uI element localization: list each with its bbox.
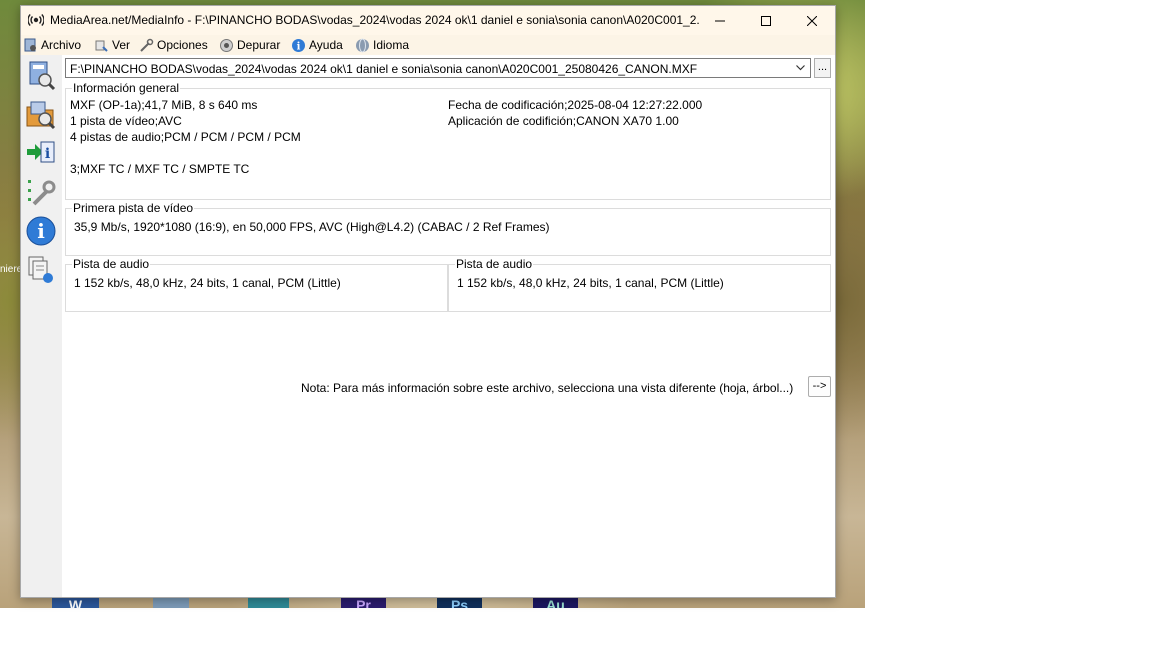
general-line: 1 pista de vídeo;AVC bbox=[70, 114, 182, 128]
menu-opciones[interactable]: Opciones bbox=[139, 37, 208, 53]
title-bar[interactable]: MediaArea.net/MediaInfo - F:\PINANCHO BO… bbox=[21, 6, 835, 35]
general-line: 3;MXF TC / MXF TC / SMPTE TC bbox=[70, 162, 250, 176]
about-button[interactable]: i bbox=[24, 214, 58, 248]
general-line: MXF (OP-1a);41,7 MiB, 8 s 640 ms bbox=[70, 98, 258, 112]
audio-track-group: Pista de audio 1 152 kb/s, 48,0 kHz, 24 … bbox=[448, 257, 831, 312]
audio-track-group: Pista de audio 1 152 kb/s, 48,0 kHz, 24 … bbox=[65, 257, 448, 312]
file-path-text: F:\PINANCHO BODAS\vodas_2024\vodas 2024 … bbox=[70, 62, 698, 76]
toolbar: i i bbox=[21, 55, 62, 597]
language-icon bbox=[356, 38, 369, 52]
group-title: Información general bbox=[72, 81, 181, 95]
close-button[interactable] bbox=[789, 6, 835, 35]
menu-ayuda[interactable]: i Ayuda bbox=[291, 37, 343, 53]
menu-label: Opciones bbox=[157, 38, 208, 52]
svg-text:i: i bbox=[297, 41, 301, 52]
general-line: 4 pistas de audio;PCM / PCM / PCM / PCM bbox=[70, 130, 301, 144]
export-button[interactable]: i bbox=[24, 136, 58, 170]
menu-label: Archivo bbox=[41, 38, 82, 52]
open-file-icon bbox=[29, 61, 56, 91]
file-path-combobox[interactable]: F:\PINANCHO BODAS\vodas_2024\vodas 2024 … bbox=[65, 58, 811, 78]
open-file-button[interactable] bbox=[24, 58, 58, 92]
maximize-button[interactable] bbox=[743, 6, 789, 35]
file-icon bbox=[24, 38, 36, 51]
minimize-icon bbox=[715, 20, 725, 21]
svg-text:i: i bbox=[45, 146, 50, 162]
minimize-button[interactable] bbox=[697, 6, 743, 35]
sheet-view-button[interactable] bbox=[24, 253, 58, 287]
menu-label: Ayuda bbox=[309, 38, 343, 52]
change-view-button[interactable]: --> bbox=[808, 376, 831, 397]
video-track-group: Primera pista de vídeo 35,9 Mb/s, 1920*1… bbox=[65, 201, 831, 256]
view-icon bbox=[95, 40, 108, 52]
sheet-view-icon bbox=[28, 256, 53, 283]
group-title: Pista de audio bbox=[455, 257, 534, 271]
menu-ver[interactable]: Ver bbox=[94, 37, 130, 53]
audio-track-line: 1 152 kb/s, 48,0 kHz, 24 bits, 1 canal, … bbox=[74, 276, 341, 290]
debug-icon bbox=[220, 38, 233, 52]
menu-depurar[interactable]: Depurar bbox=[219, 37, 280, 53]
menu-label: Idioma bbox=[373, 38, 410, 52]
menu-archivo[interactable]: Archivo bbox=[23, 37, 81, 53]
maximize-icon bbox=[761, 15, 771, 26]
menu-idioma[interactable]: Idioma bbox=[355, 37, 409, 53]
encoding-date: Fecha de codificación;2025-08-04 12:27:2… bbox=[448, 98, 703, 112]
browse-button[interactable]: ... bbox=[814, 58, 831, 78]
export-icon: i bbox=[27, 141, 55, 163]
window-title: MediaArea.net/MediaInfo - F:\PINANCHO BO… bbox=[50, 13, 700, 27]
open-folder-button[interactable] bbox=[24, 97, 58, 131]
view-hint-note: Nota: Para más información sobre este ar… bbox=[301, 381, 794, 395]
menu-bar: Archivo Ver Opciones Depurar i Ayuda Idi… bbox=[21, 35, 835, 55]
menu-label: Depurar bbox=[237, 38, 281, 52]
video-track-line: 35,9 Mb/s, 1920*1080 (16:9), en 50,000 F… bbox=[74, 220, 550, 234]
audio-track-line: 1 152 kb/s, 48,0 kHz, 24 bits, 1 canal, … bbox=[457, 276, 724, 290]
mediainfo-app-icon bbox=[28, 14, 44, 26]
content-area: F:\PINANCHO BODAS\vodas_2024\vodas 2024 … bbox=[62, 55, 835, 597]
preferences-icon bbox=[28, 180, 56, 206]
general-info-group: Información general MXF (OP-1a);41,7 MiB… bbox=[65, 81, 831, 200]
group-title: Primera pista de vídeo bbox=[72, 201, 195, 215]
svg-text:i: i bbox=[37, 219, 45, 243]
menu-label: Ver bbox=[112, 38, 131, 52]
mediainfo-window: MediaArea.net/MediaInfo - F:\PINANCHO BO… bbox=[20, 5, 836, 598]
preferences-button[interactable] bbox=[24, 175, 58, 209]
open-folder-icon bbox=[26, 101, 56, 130]
help-icon: i bbox=[292, 38, 305, 52]
close-icon bbox=[807, 15, 817, 26]
about-icon: i bbox=[26, 216, 56, 246]
chevron-down-icon[interactable] bbox=[796, 65, 805, 71]
group-title: Pista de audio bbox=[72, 257, 151, 271]
options-icon bbox=[140, 38, 154, 52]
encoding-application: Aplicación de codifición;CANON XA70 1.00 bbox=[448, 114, 679, 128]
desktop-label: niere bbox=[0, 264, 23, 275]
